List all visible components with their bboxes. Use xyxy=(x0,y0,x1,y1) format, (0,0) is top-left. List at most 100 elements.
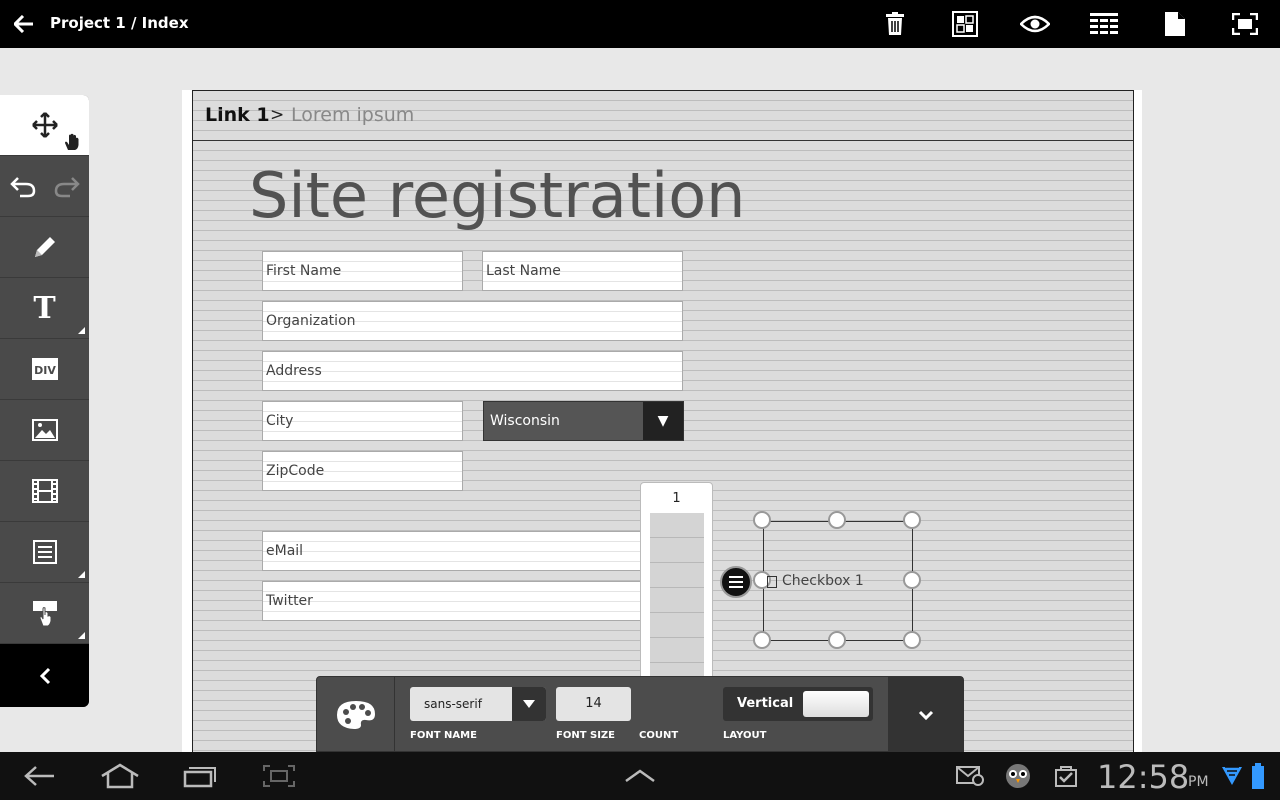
chevron-up-icon[interactable] xyxy=(620,760,660,792)
email-placeholder: eMail xyxy=(266,543,304,559)
tool-image[interactable] xyxy=(0,400,89,461)
count-picker-track[interactable] xyxy=(650,513,704,681)
owl-app-icon[interactable] xyxy=(998,760,1038,792)
checkbox-label: Checkbox 1 xyxy=(782,573,864,589)
layout-label: LAYOUT xyxy=(723,730,767,741)
touch-icon xyxy=(32,601,57,627)
text-tool-icon: T xyxy=(33,290,56,326)
project-title: Project 1 / Index xyxy=(50,14,189,32)
hand-icon xyxy=(65,133,79,150)
resize-handle-top[interactable] xyxy=(828,511,846,529)
font-size-input[interactable]: 14 xyxy=(556,687,631,721)
fullscreen-icon[interactable] xyxy=(1229,8,1261,40)
breadcrumb: Link 1 > Lorem ipsum xyxy=(193,91,1133,141)
pencil-icon xyxy=(34,237,55,257)
tool-text[interactable]: T xyxy=(0,278,89,339)
collapse-toolbar-button[interactable] xyxy=(888,677,963,753)
move-icon xyxy=(31,112,58,138)
first-name-field[interactable]: First Name xyxy=(262,251,463,291)
resize-handle-bottom-left[interactable] xyxy=(753,631,771,649)
nav-home-icon[interactable] xyxy=(100,760,140,792)
undo-icon[interactable] xyxy=(10,174,36,198)
collapse-palette-button[interactable] xyxy=(0,644,89,707)
film-icon xyxy=(31,479,58,503)
resize-handle-bottom-right[interactable] xyxy=(903,631,921,649)
tool-move[interactable] xyxy=(0,95,89,156)
resize-handle-top-left[interactable] xyxy=(753,511,771,529)
zipcode-placeholder: ZipCode xyxy=(266,463,325,479)
count-picker-value: 1 xyxy=(672,491,681,506)
layout-toggle[interactable]: Vertical xyxy=(723,687,873,721)
market-bag-icon[interactable] xyxy=(1046,760,1086,792)
resize-handle-bottom[interactable] xyxy=(828,631,846,649)
resize-handle-top-right[interactable] xyxy=(903,511,921,529)
tool-form[interactable] xyxy=(0,522,89,583)
chevron-down-icon[interactable] xyxy=(512,687,546,721)
form-icon xyxy=(32,540,57,564)
screenshot-icon[interactable] xyxy=(259,760,299,792)
back-arrow-icon[interactable] xyxy=(10,10,38,38)
layout-value: Vertical xyxy=(737,696,794,711)
breadcrumb-current: Lorem ipsum xyxy=(291,104,415,126)
app-root: Project 1 / Index Link 1 > Lorem ipsum S… xyxy=(0,0,1280,800)
element-menu-icon[interactable] xyxy=(720,566,752,598)
submenu-corner-icon xyxy=(78,632,85,639)
twitter-placeholder: Twitter xyxy=(266,593,313,609)
breadcrumb-separator: > xyxy=(270,105,285,125)
svg-text:DIV: DIV xyxy=(34,364,56,377)
system-bar: 12:58 PM xyxy=(0,752,1280,800)
city-field[interactable]: City xyxy=(262,401,463,441)
state-select-value: Wisconsin xyxy=(490,413,560,429)
eye-icon[interactable] xyxy=(1019,8,1051,40)
address-placeholder: Address xyxy=(266,363,322,379)
trash-icon[interactable] xyxy=(879,8,911,40)
tool-pencil[interactable] xyxy=(0,217,89,278)
city-placeholder: City xyxy=(266,413,294,429)
image-icon xyxy=(31,419,58,441)
wifi-icon xyxy=(1218,760,1246,792)
submenu-corner-icon xyxy=(78,571,85,578)
address-field[interactable]: Address xyxy=(262,351,683,391)
tool-video[interactable] xyxy=(0,461,89,522)
organization-field[interactable]: Organization xyxy=(262,301,683,341)
tool-div[interactable]: DIV xyxy=(0,339,89,400)
document-icon[interactable] xyxy=(1159,8,1191,40)
chevron-left-icon xyxy=(39,667,50,684)
font-name-label: FONT NAME xyxy=(410,730,477,741)
status-ampm: PM xyxy=(1188,774,1209,790)
palette-icon[interactable] xyxy=(317,677,395,753)
tool-palette: T DIV xyxy=(0,95,89,707)
grid-select-icon[interactable] xyxy=(949,8,981,40)
count-label: COUNT xyxy=(639,730,679,741)
nav-recent-apps-icon[interactable] xyxy=(180,760,220,792)
font-size-label: FONT SIZE xyxy=(556,730,616,741)
font-name-value: sans-serif xyxy=(424,697,482,711)
div-tool-icon: DIV xyxy=(31,358,58,380)
email-notification-icon[interactable] xyxy=(950,760,990,792)
last-name-placeholder: Last Name xyxy=(486,263,561,279)
email-field[interactable]: eMail xyxy=(262,531,683,571)
chevron-down-icon xyxy=(918,710,933,720)
font-name-select[interactable]: sans-serif xyxy=(410,687,546,721)
first-name-placeholder: First Name xyxy=(266,263,342,279)
checkbox-square[interactable] xyxy=(767,576,777,588)
resize-handle-right[interactable] xyxy=(903,571,921,589)
list-grid-icon[interactable] xyxy=(1088,8,1120,40)
state-select[interactable]: Wisconsin ▼ xyxy=(483,401,684,441)
page-title: Site registration xyxy=(249,159,746,232)
nav-back-icon[interactable] xyxy=(20,760,60,792)
battery-icon xyxy=(1244,760,1272,792)
tool-interaction[interactable] xyxy=(0,583,89,644)
twitter-field[interactable]: Twitter xyxy=(262,581,683,621)
breadcrumb-link[interactable]: Link 1 xyxy=(205,104,270,126)
properties-toolbar: sans-serif FONT NAME 14 FONT SIZE COUNT … xyxy=(316,676,964,753)
submenu-corner-icon xyxy=(78,327,85,334)
dropdown-arrow-icon[interactable]: ▼ xyxy=(643,402,683,440)
layout-switch[interactable] xyxy=(803,691,869,717)
top-action-bar: Project 1 / Index xyxy=(0,0,1280,48)
redo-icon[interactable] xyxy=(54,174,80,198)
last-name-field[interactable]: Last Name xyxy=(482,251,683,291)
status-clock: 12:58 xyxy=(1097,758,1190,796)
tool-undo-redo xyxy=(0,156,89,217)
zipcode-field[interactable]: ZipCode xyxy=(262,451,463,491)
